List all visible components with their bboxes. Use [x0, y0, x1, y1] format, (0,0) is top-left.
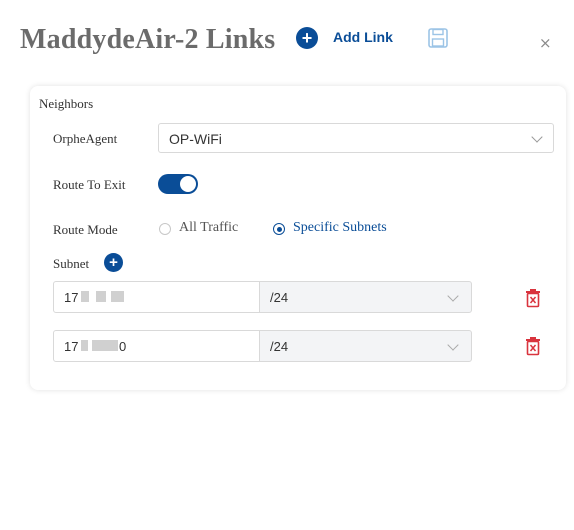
- subnet-ip-input[interactable]: 17 0: [53, 330, 260, 362]
- radio-all-traffic[interactable]: [159, 223, 171, 235]
- delete-subnet-button[interactable]: [524, 288, 542, 308]
- page-title: MaddydeAir-2 Links: [20, 24, 276, 55]
- subnet-cidr-value: /24: [270, 290, 289, 305]
- subnet-ip-input[interactable]: 17: [53, 281, 260, 313]
- trash-icon: [526, 289, 540, 308]
- delete-subnet-button[interactable]: [524, 336, 542, 356]
- redaction-mask: [92, 340, 118, 351]
- chevron-down-icon: [447, 290, 459, 302]
- route-mode-label: Route Mode: [53, 222, 118, 237]
- add-subnet-button[interactable]: +: [104, 253, 123, 272]
- subnet-cidr-value: /24: [270, 339, 289, 354]
- subnet-label: Subnet: [53, 256, 90, 271]
- plus-icon: +: [109, 254, 118, 271]
- redaction-mask: [81, 291, 89, 302]
- add-link-button[interactable]: +: [296, 27, 318, 49]
- radio-specific-subnets[interactable]: [273, 223, 285, 235]
- radio-all-traffic-label[interactable]: All Traffic: [179, 220, 238, 236]
- section-title: Neighbors: [39, 96, 94, 111]
- agent-label: OrpheAgent: [53, 131, 118, 146]
- subnet-ip-value: 17: [64, 290, 79, 305]
- trash-icon: [526, 337, 540, 356]
- route-to-exit-toggle[interactable]: [158, 174, 198, 194]
- chevron-down-icon: [447, 339, 459, 351]
- plus-icon: +: [301, 28, 313, 48]
- redaction-mask: [111, 291, 124, 302]
- add-link-label[interactable]: Add Link: [333, 29, 393, 45]
- subnet-cidr-select[interactable]: /24: [259, 330, 472, 362]
- subnet-ip-value-suffix: 0: [119, 339, 127, 354]
- close-icon[interactable]: ×: [539, 34, 552, 52]
- save-icon[interactable]: [427, 27, 449, 49]
- redaction-mask: [81, 340, 88, 351]
- subnet-ip-value-prefix: 17: [64, 339, 79, 354]
- agent-select[interactable]: OP-WiFi: [158, 123, 554, 153]
- radio-specific-subnets-label[interactable]: Specific Subnets: [293, 220, 387, 236]
- route-to-exit-label: Route To Exit: [53, 177, 126, 192]
- toggle-knob: [180, 176, 196, 192]
- chevron-down-icon: [531, 131, 543, 143]
- subnet-cidr-select[interactable]: /24: [259, 281, 472, 313]
- redaction-mask: [96, 291, 106, 302]
- subnet-row: 17 /24: [53, 281, 540, 313]
- subnet-row: 17 0 /24: [53, 330, 540, 362]
- agent-select-value: OP-WiFi: [169, 131, 222, 147]
- neighbors-card: Neighbors OrpheAgent OP-WiFi Route To Ex…: [30, 86, 566, 390]
